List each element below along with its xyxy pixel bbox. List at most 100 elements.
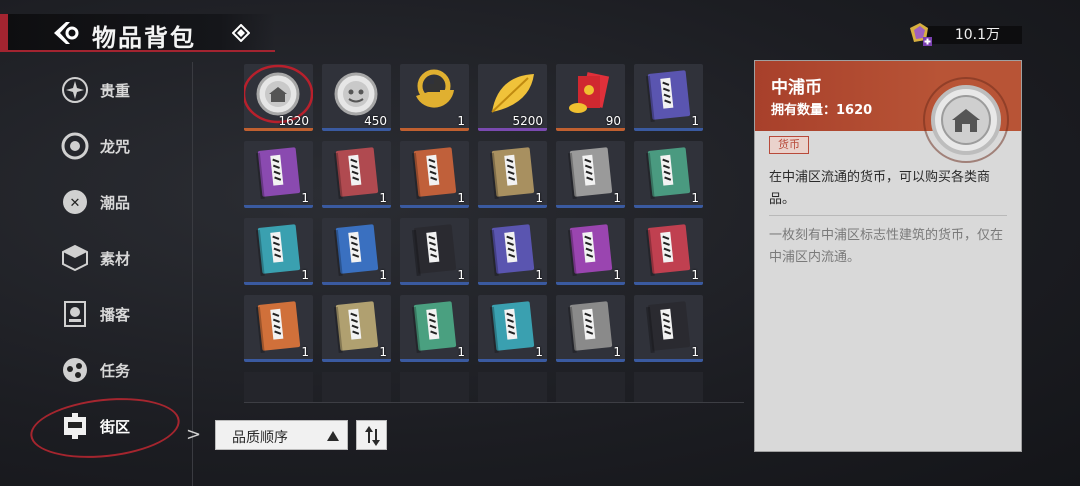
district-icon [64, 413, 86, 439]
inventory-slot[interactable]: 1 [478, 295, 547, 362]
inventory-slot[interactable]: 1 [478, 218, 547, 285]
sort-arrows-icon [365, 426, 380, 446]
inventory-slot[interactable]: 1 [634, 64, 703, 131]
coin-building-icon [923, 77, 1009, 163]
item-quantity: 1 [457, 114, 465, 128]
rarity-bar [478, 282, 547, 285]
sidebar-divider [192, 62, 193, 486]
sort-dropdown[interactable]: 品质顺序 [215, 420, 348, 450]
sidebar-item-1[interactable]: 龙咒 [60, 126, 180, 166]
rarity-bar [244, 359, 313, 362]
item-quantity: 1 [691, 268, 699, 282]
inventory-slot[interactable]: 1620 [244, 64, 313, 131]
triangle-up-icon [327, 431, 339, 441]
item-quantity: 1 [613, 268, 621, 282]
page-header: 物品背包 [0, 14, 275, 52]
currency-display[interactable]: 10.1万 [906, 20, 1022, 48]
rarity-bar [244, 128, 313, 131]
rarity-bar [244, 205, 313, 208]
rarity-bar [556, 359, 625, 362]
inventory-slot[interactable]: 1 [244, 295, 313, 362]
inventory-slot[interactable]: 1 [322, 218, 391, 285]
item-quantity: 1 [301, 191, 309, 205]
item-quantity: 1 [301, 345, 309, 359]
inventory-slot[interactable]: 1 [244, 141, 313, 208]
inventory-slot[interactable]: 1 [400, 64, 469, 131]
empty-slot [556, 372, 625, 402]
back-arrow-icon [54, 22, 79, 44]
inventory-slot[interactable]: 5200 [478, 64, 547, 131]
podcast-icon [64, 301, 86, 327]
rarity-bar [478, 205, 547, 208]
currency-amount: 10.1万 [954, 27, 1000, 43]
sidebar-item-0[interactable]: 贵重 [60, 70, 180, 110]
quest-icon [63, 358, 87, 382]
item-quantity: 1 [613, 191, 621, 205]
inventory-slot[interactable]: 1 [400, 218, 469, 285]
item-quantity: 1 [691, 191, 699, 205]
sidebar-item-2[interactable]: ✕ 潮品 [60, 182, 180, 222]
inventory-slot[interactable]: 1 [634, 141, 703, 208]
rarity-bar [322, 205, 391, 208]
rarity-bar [478, 359, 547, 362]
item-name: 中浦币 [771, 78, 822, 98]
empty-slot [244, 372, 313, 402]
sidebar-item-5[interactable]: 任务 [60, 350, 180, 390]
item-description: 在中浦区流通的货币，可以购买各类商品。 [769, 170, 991, 207]
rarity-bar [556, 128, 625, 131]
inventory-slot[interactable]: 1 [322, 141, 391, 208]
inventory-slot[interactable]: 1 [634, 218, 703, 285]
sidebar-item-3[interactable]: 素材 [60, 238, 180, 278]
sidebar-item-6[interactable]: 街区 [60, 406, 180, 446]
inventory-slot[interactable]: 1 [478, 141, 547, 208]
rarity-bar [478, 128, 547, 131]
rarity-bar [400, 205, 469, 208]
item-quantity: 1 [379, 345, 387, 359]
page-title: 物品背包 [92, 24, 196, 52]
inventory-slot[interactable]: 1 [556, 295, 625, 362]
rarity-bar [634, 205, 703, 208]
item-quantity: 1 [691, 114, 699, 128]
empty-slot [478, 372, 547, 402]
sidebar-item-label: 素材 [100, 249, 131, 268]
item-quantity: 1620 [278, 114, 309, 128]
inventory-slot[interactable]: 1 [556, 218, 625, 285]
rarity-bar [634, 282, 703, 285]
diamond-icon [231, 23, 251, 43]
valuable-icon [62, 77, 88, 103]
item-quantity: 1 [613, 345, 621, 359]
sidebar-item-label: 龙咒 [100, 137, 131, 156]
sort-order-toggle[interactable] [356, 420, 387, 450]
rarity-bar [244, 282, 313, 285]
filter-diamond-button[interactable] [231, 23, 251, 43]
item-detail-panel: 中浦币 拥有数量：1620 货币 在中浦区流通的货币，可以购买各类商品。 一枚刻… [754, 60, 1022, 452]
inventory-slot[interactable]: 1 [400, 295, 469, 362]
item-quantity: 1 [457, 345, 465, 359]
inventory-slot[interactable]: 90 [556, 64, 625, 131]
dragon-spell-icon [61, 132, 89, 160]
sidebar-item-label: 贵重 [100, 81, 131, 100]
rarity-bar [556, 282, 625, 285]
inventory-slot[interactable]: 1 [556, 141, 625, 208]
rarity-bar [322, 128, 391, 131]
item-quantity: 1 [691, 345, 699, 359]
rarity-bar [400, 282, 469, 285]
empty-slot [400, 372, 469, 402]
chevron-right-icon: > [186, 424, 202, 445]
item-quantity: 90 [605, 114, 621, 128]
inventory-slot[interactable]: 1 [244, 218, 313, 285]
back-button[interactable] [52, 20, 82, 46]
header-accent [0, 14, 8, 50]
svg-text:✕: ✕ [70, 196, 81, 211]
inventory-slot[interactable]: 1 [322, 295, 391, 362]
sort-label: 品质顺序 [232, 430, 288, 446]
item-quantity: 1 [457, 268, 465, 282]
inventory-slot[interactable]: 1 [400, 141, 469, 208]
sidebar-item-label: 潮品 [100, 193, 131, 212]
inventory-slot[interactable]: 1 [634, 295, 703, 362]
item-quantity: 1 [535, 345, 543, 359]
sidebar-item-4[interactable]: 播客 [60, 294, 180, 334]
item-quantity: 1 [457, 191, 465, 205]
inventory-slot[interactable]: 450 [322, 64, 391, 131]
rarity-bar [400, 359, 469, 362]
